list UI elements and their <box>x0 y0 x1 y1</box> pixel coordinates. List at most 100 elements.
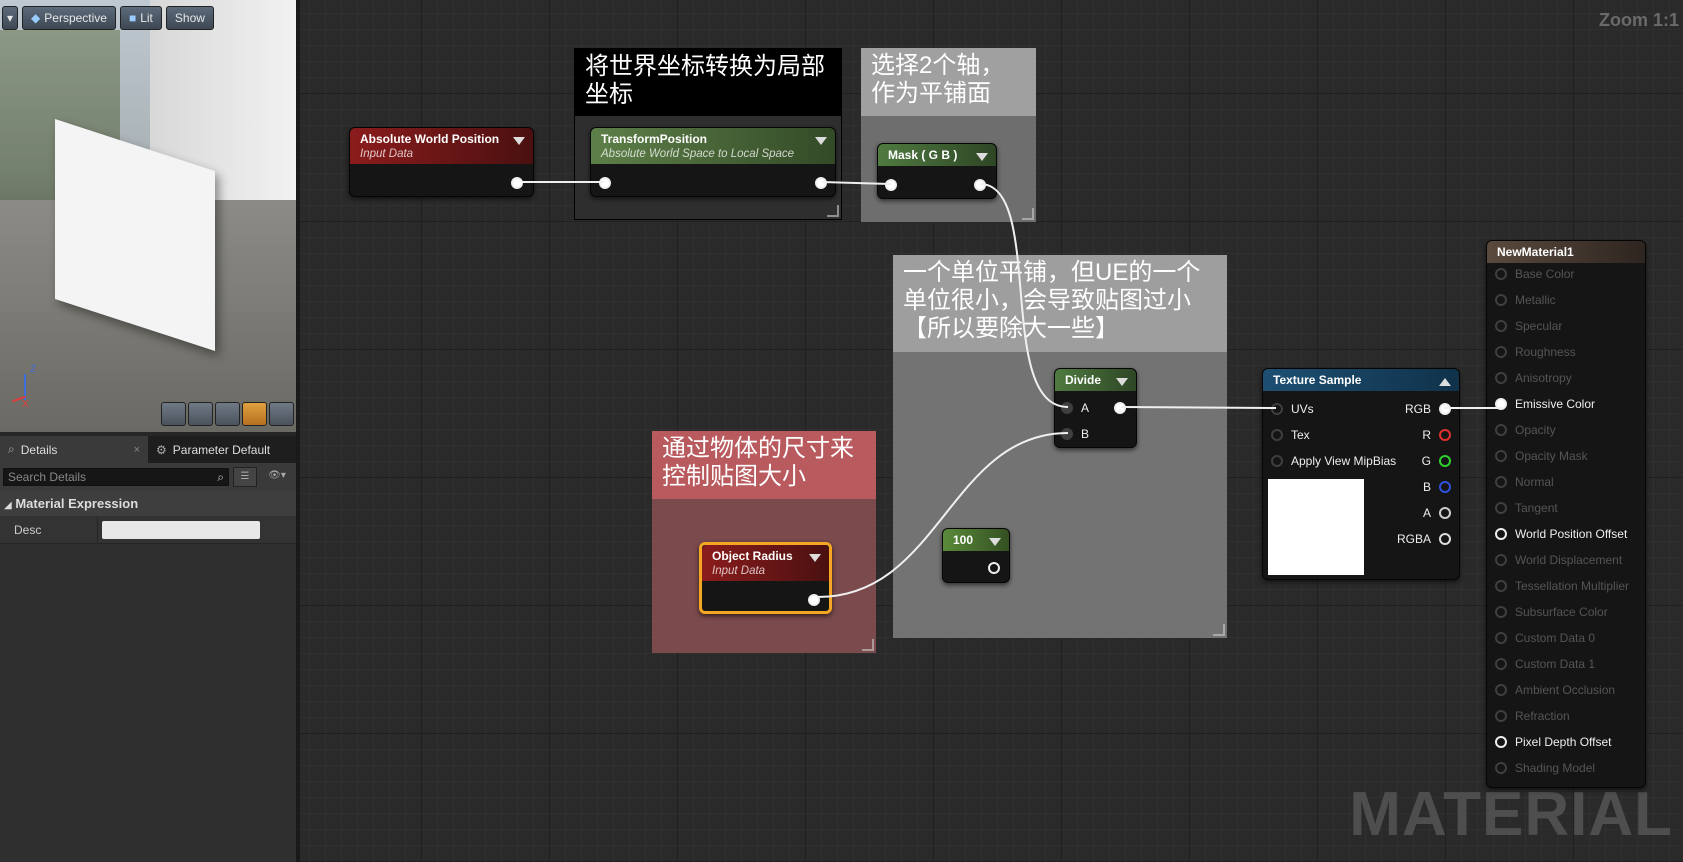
result-input-pin[interactable] <box>1495 580 1507 592</box>
chevron-down-icon: ◢ <box>4 500 12 511</box>
result-pin-label: Normal <box>1515 475 1554 489</box>
output-pin-a[interactable] <box>1439 507 1451 519</box>
material-watermark: MATERIAL <box>1349 780 1673 849</box>
tab-details[interactable]: ⌕ Details × <box>0 436 148 463</box>
result-input-pin[interactable] <box>1495 346 1507 358</box>
perspective-button[interactable]: ◆ Perspective <box>22 6 116 30</box>
result-pin-label: Pixel Depth Offset <box>1515 735 1612 749</box>
list-view-icon[interactable]: ☰ <box>233 467 257 487</box>
resize-handle[interactable] <box>1022 208 1034 220</box>
desc-field[interactable] <box>102 520 260 539</box>
viewport-menu-button[interactable]: ▾ <box>2 6 19 30</box>
preview-plane-icon[interactable] <box>215 402 240 426</box>
result-pin-label: Custom Data 1 <box>1515 657 1596 671</box>
node-divide[interactable]: Divide A B <box>1054 368 1137 448</box>
result-input-pin[interactable] <box>1495 762 1507 774</box>
output-pin-rgb[interactable] <box>1439 403 1451 415</box>
result-input-pin[interactable] <box>1495 710 1507 722</box>
axis-gizmo: Z X <box>10 364 40 410</box>
result-input-pin[interactable] <box>1495 320 1507 332</box>
result-input-pin[interactable] <box>1495 658 1507 670</box>
node-absolute-world-position[interactable]: Absolute World Position Input Data <box>349 127 534 197</box>
gear-icon: ⚙ <box>156 442 167 457</box>
result-input-pin[interactable] <box>1495 450 1507 462</box>
output-pin[interactable] <box>511 177 523 189</box>
close-icon[interactable]: × <box>134 444 140 456</box>
input-pin-uvs[interactable] <box>1271 403 1283 415</box>
node-object-radius[interactable]: Object Radius Input Data <box>699 542 832 614</box>
output-pin[interactable] <box>808 594 820 606</box>
result-pin-label: World Displacement <box>1515 553 1623 567</box>
result-pin-label: Opacity Mask <box>1515 449 1588 463</box>
desc-property-row: Desc <box>0 516 298 544</box>
input-pin-tex[interactable] <box>1271 429 1283 441</box>
chevron-down-icon[interactable] <box>815 137 827 145</box>
preview-cylinder-icon[interactable] <box>161 402 186 426</box>
result-input-pin[interactable] <box>1495 476 1507 488</box>
resize-handle[interactable] <box>862 639 874 651</box>
chevron-down-icon[interactable] <box>513 137 525 145</box>
result-input-pin[interactable] <box>1495 268 1507 280</box>
a-label: A <box>1422 506 1431 520</box>
output-pin[interactable] <box>815 177 827 189</box>
lit-button[interactable]: ■ Lit <box>119 6 162 30</box>
node-constant-100[interactable]: 100 <box>942 528 1010 583</box>
rgba-label: RGBA <box>1396 532 1431 546</box>
node-title: Mask ( G B ) <box>888 148 958 162</box>
result-input-pin[interactable] <box>1495 398 1507 410</box>
result-pin-label: Emissive Color <box>1515 397 1596 411</box>
result-input-pin[interactable] <box>1495 502 1507 514</box>
section-material-expression[interactable]: ◢ Material Expression <box>0 491 298 516</box>
node-material-result[interactable]: NewMaterial1 Base Color Metallic Specular R… <box>1486 240 1646 788</box>
chevron-up-icon[interactable] <box>1439 378 1451 386</box>
input-pin[interactable] <box>599 177 611 189</box>
result-input-pin[interactable] <box>1495 736 1507 748</box>
input-pin-mipbias[interactable] <box>1271 455 1283 467</box>
search-icon: ⌕ <box>8 442 15 456</box>
result-pin-label: Shading Model <box>1515 761 1596 775</box>
result-input-pin[interactable] <box>1495 294 1507 306</box>
node-mask[interactable]: Mask ( G B ) <box>877 143 997 199</box>
eye-icon[interactable]: 👁▾ <box>261 467 293 487</box>
input-pin-a[interactable] <box>1061 402 1073 414</box>
result-input-pin[interactable] <box>1495 372 1507 384</box>
result-input-pin[interactable] <box>1495 606 1507 618</box>
input-pin-b[interactable] <box>1061 428 1073 440</box>
output-pin[interactable] <box>988 562 1000 574</box>
resize-handle[interactable] <box>827 205 839 217</box>
result-pin-label: Custom Data 0 <box>1515 631 1596 645</box>
show-button[interactable]: Show <box>165 6 214 30</box>
chevron-down-icon[interactable] <box>989 538 1001 546</box>
search-details-input[interactable]: Search Details ⌕ <box>3 468 229 486</box>
tab-parameter-defaults[interactable]: ⚙ Parameter Default <box>148 436 278 463</box>
output-pin-b[interactable] <box>1439 481 1451 493</box>
resize-handle[interactable] <box>1213 624 1225 636</box>
output-pin-rgba[interactable] <box>1439 533 1451 545</box>
preview-sphere-icon[interactable] <box>188 402 213 426</box>
preview-cube-icon[interactable] <box>242 402 267 426</box>
result-input-pin[interactable] <box>1495 554 1507 566</box>
result-input-pin[interactable] <box>1495 632 1507 644</box>
pin-a-label: A <box>1081 401 1090 415</box>
result-pin-label: Tessellation Multiplier <box>1515 579 1630 593</box>
result-input-pin[interactable] <box>1495 528 1507 540</box>
preview-custom-mesh-icon[interactable] <box>269 402 294 426</box>
result-input-pin[interactable] <box>1495 684 1507 696</box>
node-texture-sample[interactable]: Texture Sample UVs Tex Apply View MipBia… <box>1262 368 1460 580</box>
input-pin[interactable] <box>885 179 897 191</box>
output-pin-r[interactable] <box>1439 429 1451 441</box>
result-input-pin[interactable] <box>1495 424 1507 436</box>
output-pin[interactable] <box>974 179 986 191</box>
viewport[interactable]: ▾ ◆ Perspective ■ Lit Show Z X <box>0 0 298 432</box>
output-pin[interactable] <box>1114 402 1126 414</box>
camera-icon: ◆ <box>31 11 41 25</box>
chevron-down-icon[interactable] <box>809 554 821 562</box>
result-pin-label: Anisotropy <box>1515 371 1572 385</box>
output-pin-g[interactable] <box>1439 455 1451 467</box>
chevron-down-icon[interactable] <box>1116 378 1128 386</box>
node-transform-position[interactable]: TransformPosition Absolute World Space t… <box>590 127 836 197</box>
chevron-down-icon[interactable] <box>976 153 988 161</box>
node-title: Absolute World Position <box>360 132 500 146</box>
search-icon: ⌕ <box>217 470 224 484</box>
result-pin-label: Metallic <box>1515 293 1556 307</box>
